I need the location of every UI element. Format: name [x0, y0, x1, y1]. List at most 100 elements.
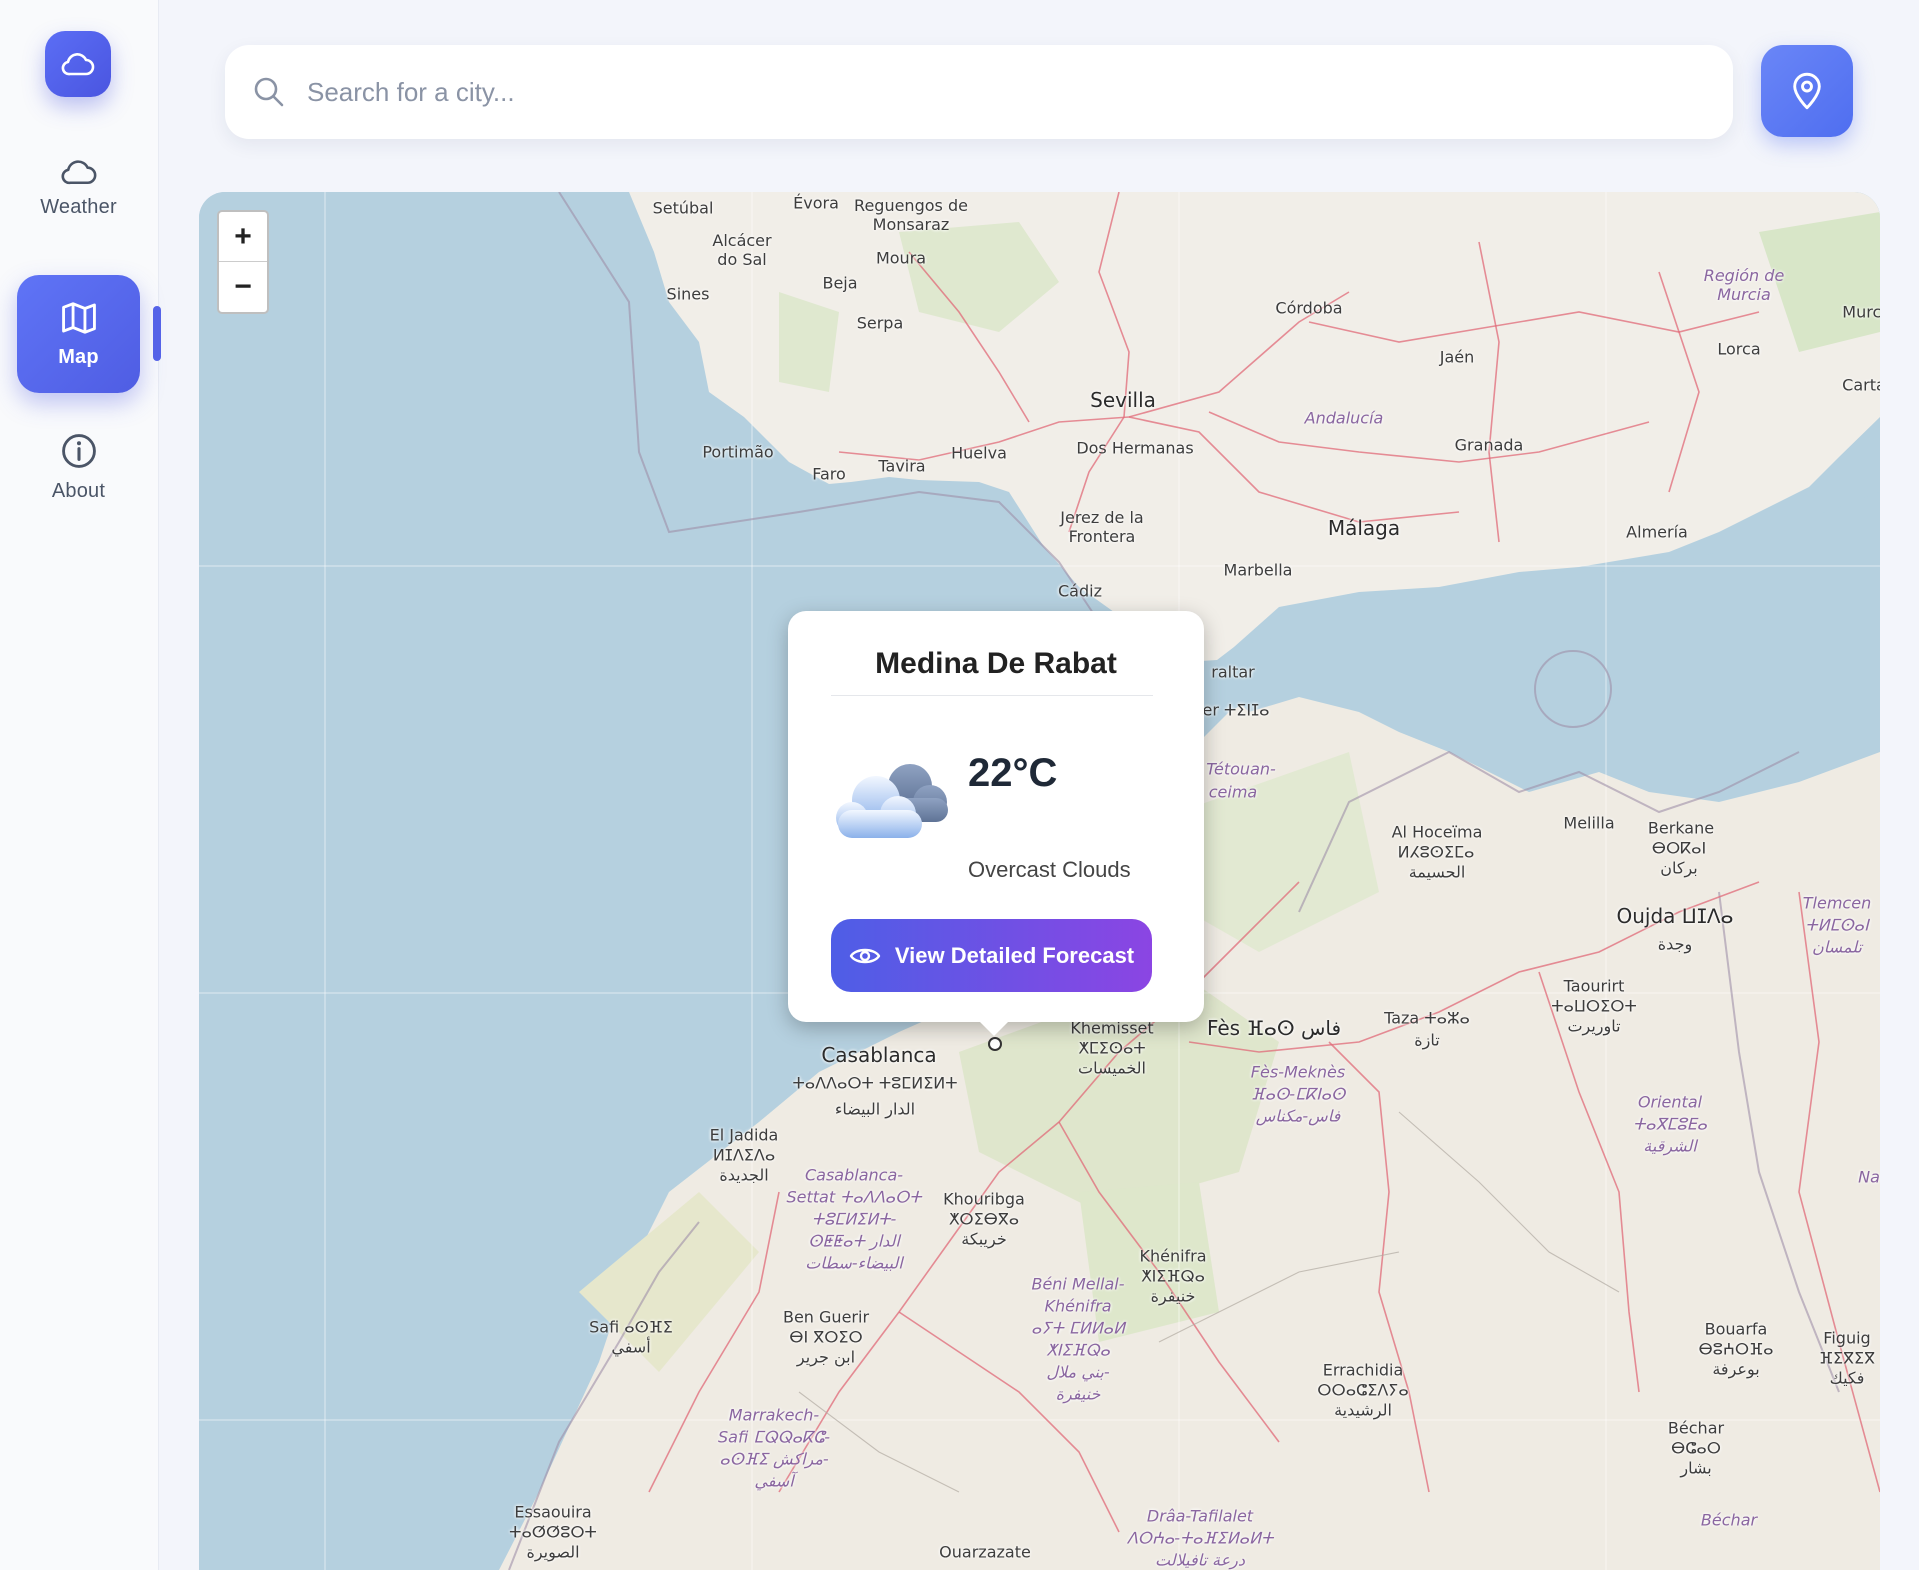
map-label: Errachidia	[1322, 1360, 1404, 1380]
map-label: Ouarzazate	[939, 1542, 1031, 1562]
location-marker[interactable]	[988, 1037, 1002, 1051]
map-label: ⴰⵢⵜ ⵎⵍⵍⴰⵍ	[1031, 1318, 1125, 1338]
map-label: Drâa-Tafilalet	[1146, 1506, 1254, 1526]
map-label: بوعرفة	[1712, 1359, 1760, 1379]
map-label: Setúbal	[652, 198, 714, 218]
map-label: Évora	[793, 193, 839, 213]
map-label: Almería	[1626, 522, 1688, 542]
map-label: ⴰⵙⴼⵉ مراكش-	[719, 1449, 829, 1469]
map-label: ⵍⵊⴷⵉⴷⴰ	[712, 1145, 776, 1165]
map-label: Reguengos de Monsaraz	[854, 196, 968, 234]
map-label: ⴱⵔⴽⴰⵏ	[1651, 838, 1707, 858]
map-label: Jerez de la Frontera	[1060, 508, 1144, 546]
map-label: Oriental	[1637, 1092, 1703, 1112]
map-label: ⵜⵍⵎⵙⴰⵏ	[1805, 915, 1869, 935]
map-label: أسفي	[611, 1337, 651, 1357]
weather-popup: Medina De Rabat 22°C Overcast Clouds Vie…	[788, 611, 1204, 1036]
map-label: ⵙⵟⵟⴰⵜ الدار	[808, 1231, 900, 1251]
info-icon	[61, 433, 96, 468]
cloud-icon	[61, 53, 95, 76]
popup-city-name: Medina De Rabat	[875, 647, 1117, 680]
map-label: ⵜⴰⴳⵎⵓⴹⴰ	[1632, 1114, 1708, 1134]
map-label: خنيفرة	[1150, 1286, 1196, 1306]
popup-temperature: 22°C	[968, 751, 1058, 795]
overcast-clouds-icon	[836, 764, 948, 838]
app-logo[interactable]	[45, 31, 111, 97]
map-label: Taourirt	[1563, 976, 1625, 996]
map-label: ⵜⴰⴷⴷⴰⵔⵜ ⵜⵓⵎⵍⵉⵍⵜ	[792, 1073, 958, 1093]
map-label: Fès-Meknès	[1250, 1062, 1346, 1082]
map-label: Alcácer do Sal	[712, 231, 772, 269]
zoom-control: + −	[217, 210, 269, 314]
map-label: Jaén	[1439, 347, 1475, 367]
map-label: Lorca	[1717, 339, 1761, 359]
map-label: Na	[1858, 1167, 1880, 1187]
map-label: Khénifra	[1044, 1296, 1112, 1316]
map-label: Carta	[1842, 375, 1880, 395]
cloud-icon	[61, 159, 96, 184]
map-label: Settat ⵜⴰⴷⴷⴰⵔⵜ	[786, 1187, 922, 1207]
sidebar-item-about[interactable]: About	[17, 408, 140, 526]
map-label: Béchar	[1667, 1418, 1725, 1438]
map-label: Tavira	[878, 456, 926, 476]
map-label: Andalucía	[1304, 408, 1384, 428]
map-icon	[61, 301, 96, 334]
map-label: البيضاء-سطات	[805, 1253, 903, 1273]
zoom-in-button[interactable]: +	[219, 212, 267, 262]
map-label: الرشيدية	[1334, 1400, 1392, 1420]
map-label: Murci	[1842, 302, 1880, 322]
popup-description: Overcast Clouds	[968, 857, 1131, 882]
map-label: Khénifra	[1139, 1246, 1207, 1266]
map-label: Al Hoceïma	[1391, 822, 1483, 842]
map-label: Berkane	[1647, 818, 1715, 838]
map-label: Ben Guerir	[782, 1307, 870, 1327]
map-label: ⴷⵔⵄⴰ-ⵜⴰⴼⵉⵍⴰⵍⵜ	[1126, 1528, 1274, 1548]
active-indicator	[153, 306, 161, 361]
map-label: ⵅⵏⵉⴼⵕⴰ	[1046, 1340, 1110, 1360]
map-label: تاوريرت	[1567, 1016, 1621, 1036]
sidebar-item-weather[interactable]: Weather	[17, 129, 140, 247]
map-label: الدار البيضاء	[834, 1099, 916, 1119]
map-label: ⵅⵏⵉⴼⵕⴰ	[1141, 1266, 1205, 1286]
map-label: وجدة	[1657, 934, 1693, 954]
map-label: Faro	[812, 464, 846, 484]
map-label: ابن جرير	[796, 1347, 856, 1367]
map-label: ceima	[1208, 782, 1258, 802]
map-label: Córdoba	[1275, 298, 1343, 318]
map-label: ⵜⴰⵚⵚⵓⵔⵜ	[509, 1522, 597, 1542]
map-label: Huelva	[951, 443, 1007, 463]
map-label: Moura	[875, 248, 927, 268]
view-forecast-button[interactable]: View Detailed Forecast	[831, 919, 1152, 992]
search-bar[interactable]	[225, 45, 1733, 139]
map-label: Taza ⵜⴰⵣⴰ	[1384, 1008, 1470, 1028]
map-label: Marbella	[1223, 560, 1293, 580]
map-label: Tétouan-	[1206, 759, 1276, 779]
map-label: Khouribga	[943, 1189, 1025, 1209]
map-label: ⴱⵏ ⴳⵔⵉⵔ	[789, 1327, 863, 1347]
map-label: El Jadida	[709, 1125, 779, 1145]
search-input[interactable]	[307, 76, 1607, 108]
map-label: خريبكة	[961, 1229, 1007, 1249]
map-label: Cádiz	[1058, 581, 1102, 601]
map-label: Safi ⵎⵕⵕⴰⴽⵛ-	[718, 1427, 830, 1447]
locate-button[interactable]	[1761, 45, 1853, 137]
map-label: Figuig	[1823, 1328, 1871, 1348]
location-pin-icon	[1793, 72, 1821, 110]
map-label: Melilla	[1563, 813, 1615, 833]
map-label: er ⵜⵉⵏⵊⴰ	[1202, 700, 1270, 720]
map-label: آسفي	[754, 1471, 794, 1491]
view-forecast-label: View Detailed Forecast	[894, 942, 1135, 968]
map-label: Béchar	[1700, 1510, 1758, 1530]
map-label: الجديدة	[719, 1165, 769, 1185]
map-label: ⵅⵔⵉⴱⴳⴰ	[948, 1209, 1020, 1229]
map-label: ⵔⵔⴰⵛⵉⴷⵢⴰ	[1317, 1380, 1409, 1400]
map-label: تلمسان	[1812, 937, 1862, 957]
map-label: ⴱⵛⴰⵔ	[1671, 1438, 1721, 1458]
map-label: Granada	[1454, 435, 1524, 455]
map-label: الحسيمة	[1408, 862, 1466, 882]
sidebar-item-map[interactable]: Map	[17, 275, 140, 393]
map-label: فاس-مكناس	[1255, 1106, 1341, 1126]
zoom-out-button[interactable]: −	[219, 262, 267, 312]
map-label: Serpa	[856, 313, 904, 333]
map-label: درعة تافيلالت	[1155, 1550, 1245, 1570]
